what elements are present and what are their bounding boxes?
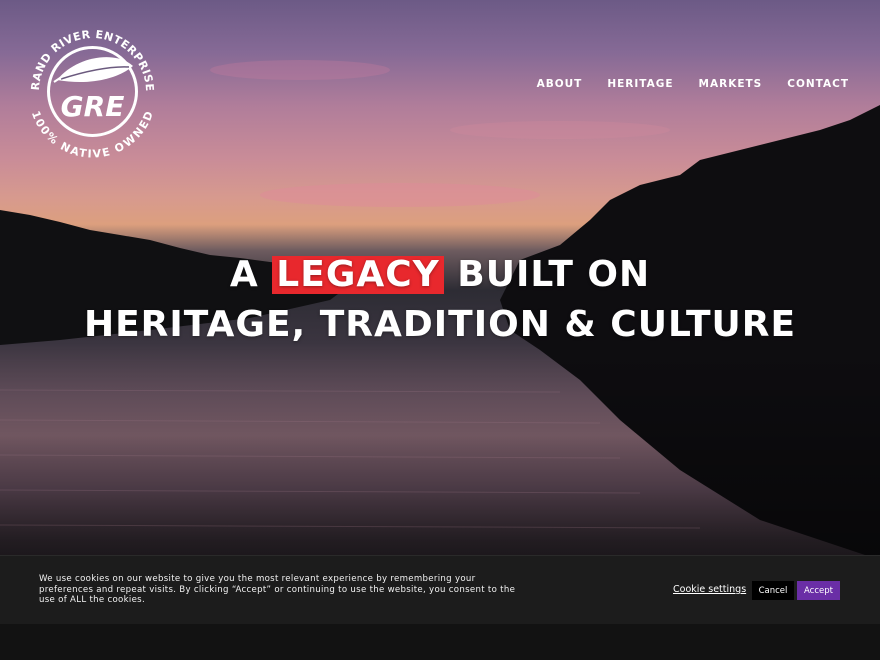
logo-monogram: GRE — [61, 90, 125, 123]
headline-line-1: A LEGACY BUILT ON — [0, 252, 880, 298]
headline-prefix: A — [229, 254, 259, 295]
headline-suffix: BUILT ON — [457, 254, 651, 295]
page-bottom-strip — [0, 624, 880, 660]
cookie-accept-button[interactable]: Accept — [797, 581, 840, 600]
cookie-cancel-button[interactable]: Cancel — [752, 581, 794, 600]
nav-heritage[interactable]: HERITAGE — [607, 78, 673, 90]
gre-logo[interactable]: GRAND RIVER ENTERPRISES 100% NATIVE OWNE… — [16, 10, 164, 163]
nav-about[interactable]: ABOUT — [537, 78, 583, 90]
nav-markets[interactable]: MARKETS — [699, 78, 763, 90]
headline-highlight: LEGACY — [272, 256, 444, 294]
cookie-banner: We use cookies on our website to give yo… — [0, 555, 880, 624]
feather-icon — [53, 57, 133, 83]
nav-contact[interactable]: CONTACT — [787, 78, 849, 90]
main-nav: ABOUT HERITAGE MARKETS CONTACT — [537, 78, 849, 90]
logo-emblem: GRAND RIVER ENTERPRISES 100% NATIVE OWNE… — [16, 10, 155, 161]
headline-line-2: HERITAGE, TRADITION & CULTURE — [83, 304, 797, 345]
cookie-settings-link[interactable]: Cookie settings — [673, 584, 746, 595]
hero-headline: A LEGACY BUILT ON HERITAGE, TRADITION & … — [0, 252, 880, 348]
cookie-message: We use cookies on our website to give yo… — [39, 574, 516, 605]
